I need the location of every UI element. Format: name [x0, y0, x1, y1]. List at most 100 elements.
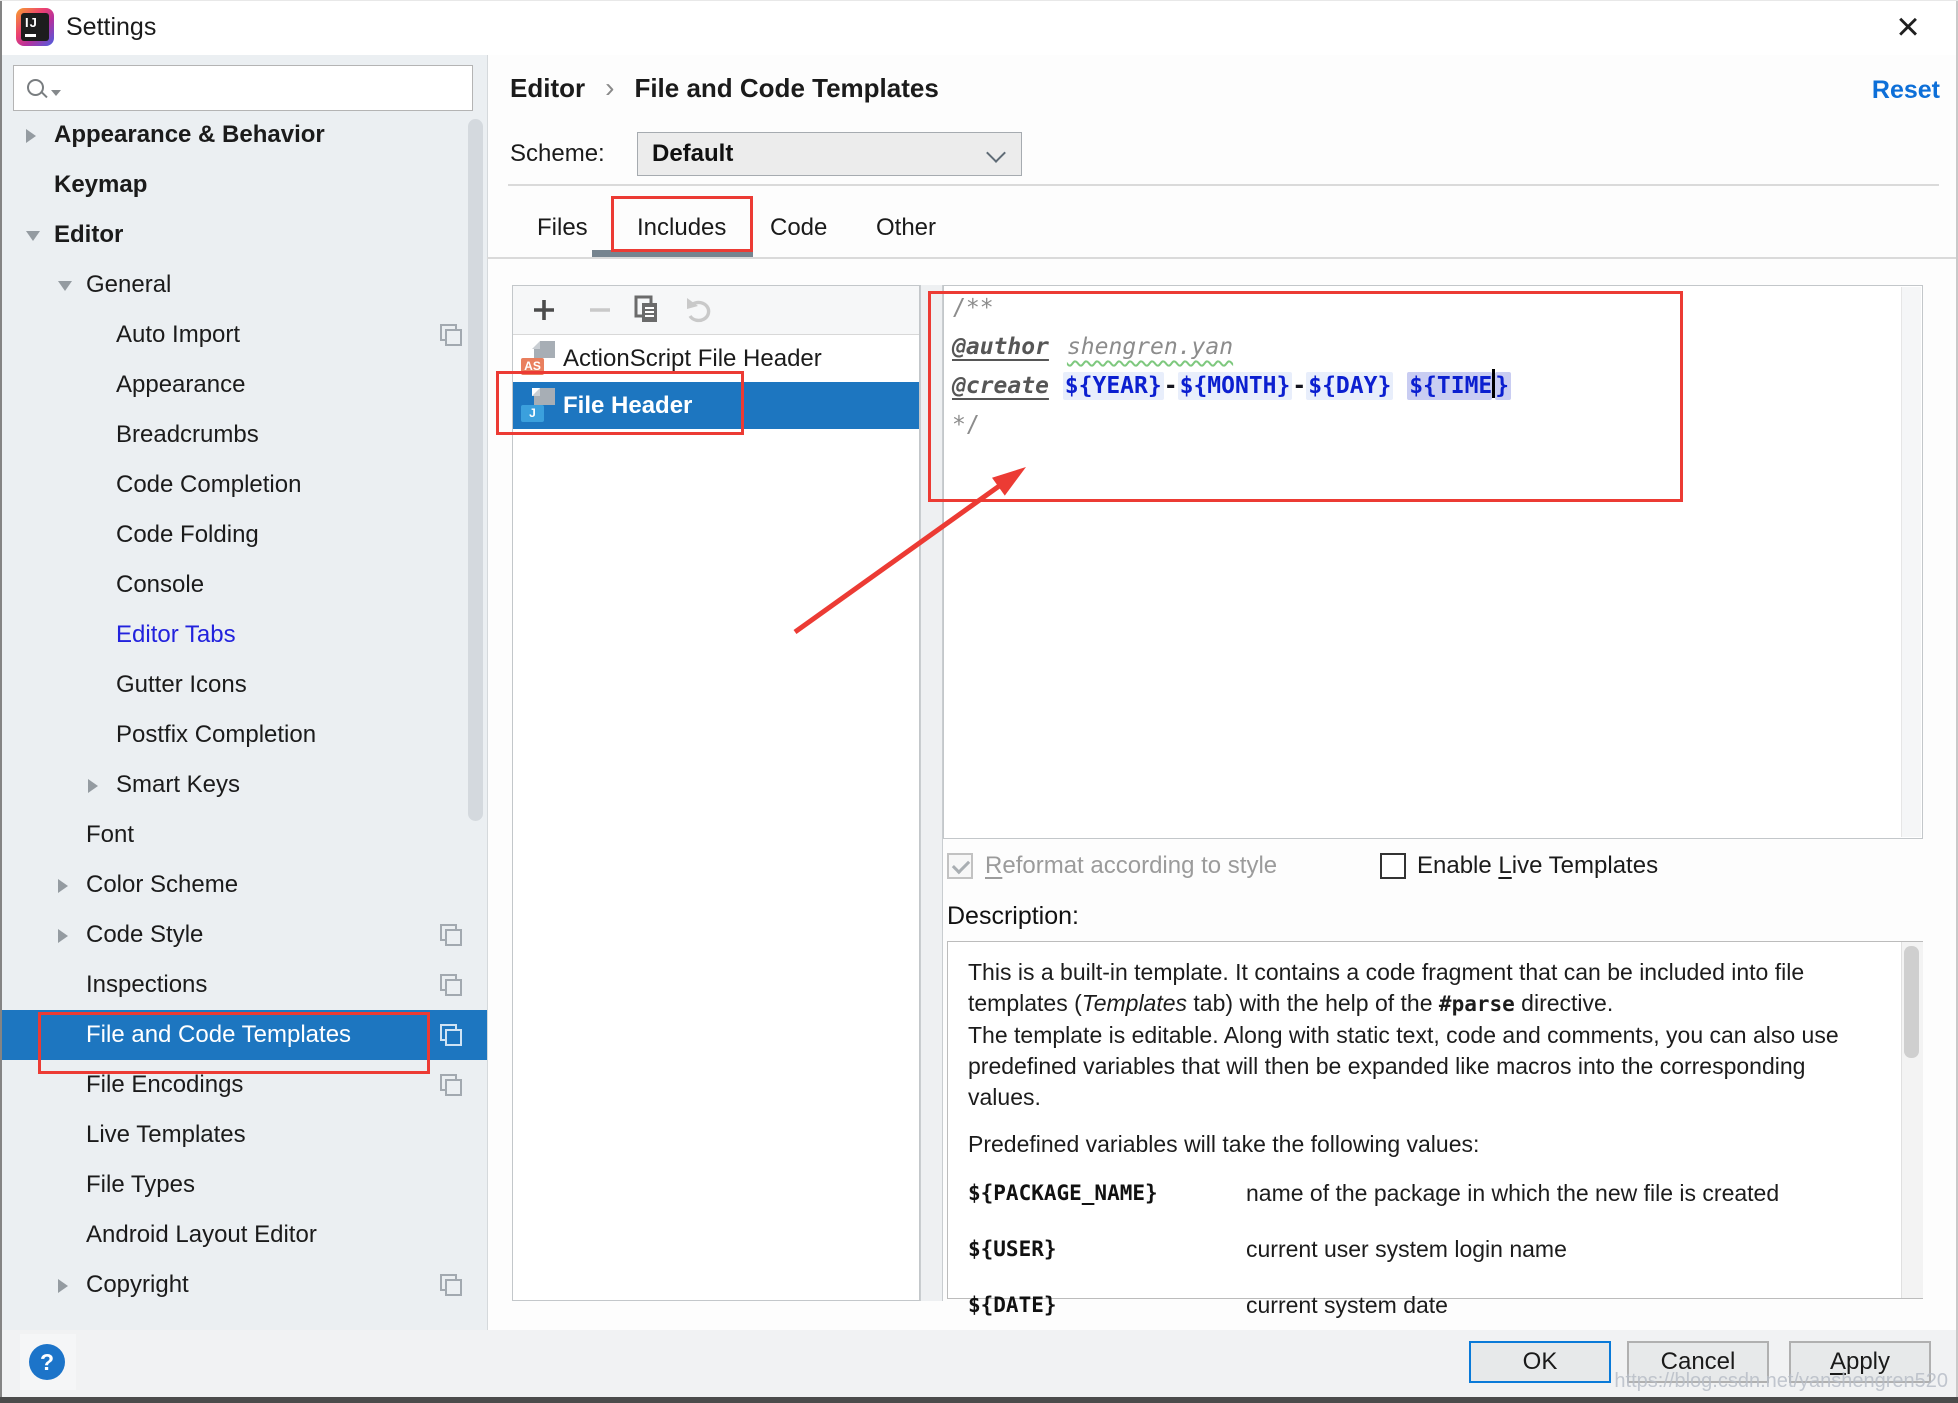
tab-files[interactable]: Files: [537, 206, 588, 250]
sidebar-item-label: Console: [116, 560, 204, 610]
sidebar-item-label: Gutter Icons: [116, 660, 247, 710]
copy-template-button[interactable]: [629, 294, 663, 326]
sidebar-item-file-and-code-templates[interactable]: File and Code Templates: [2, 1010, 487, 1060]
check-icon: [952, 856, 970, 874]
sidebar-item-label: Breadcrumbs: [116, 410, 259, 460]
sidebar-item-breadcrumbs[interactable]: Breadcrumbs: [2, 410, 487, 460]
sidebar-item-label: Inspections: [86, 960, 207, 1010]
breadcrumb-editor[interactable]: Editor: [510, 73, 585, 103]
description-panel: This is a built-in template. It contains…: [947, 941, 1923, 1299]
sidebar-item-auto-import[interactable]: Auto Import: [2, 310, 487, 360]
chevron-collapsed-icon[interactable]: [88, 779, 98, 793]
help-button[interactable]: ?: [20, 1334, 76, 1390]
variable-row: ${USER}current user system login name: [968, 1234, 1882, 1264]
panel-splitter[interactable]: [920, 285, 943, 1301]
window-border-top: [0, 0, 1958, 1]
reformat-checkbox[interactable]: [947, 853, 973, 879]
chevron-collapsed-icon[interactable]: [58, 879, 68, 893]
sidebar-item-label: File and Code Templates: [86, 1010, 351, 1060]
template-code[interactable]: /** @authorshengren.yan @create ${YEAR}-…: [952, 289, 1511, 445]
sidebar-item-color-scheme[interactable]: Color Scheme: [2, 860, 487, 910]
title-bar: IJ Settings ×: [0, 0, 1958, 55]
copy-settings-icon: [440, 324, 457, 341]
sidebar-item-console[interactable]: Console: [2, 560, 487, 610]
sidebar-item-font[interactable]: Font: [2, 810, 487, 860]
revert-template-button[interactable]: [683, 294, 717, 326]
sidebar-item-appearance[interactable]: Appearance: [2, 360, 487, 410]
sidebar-item-live-templates[interactable]: Live Templates: [2, 1110, 487, 1160]
chevron-expanded-icon[interactable]: [26, 231, 40, 241]
reformat-label: Reformat according to style: [985, 850, 1277, 882]
sidebar-item-label: Editor: [54, 210, 123, 260]
chevron-collapsed-icon[interactable]: [58, 1279, 68, 1293]
copy-settings-icon: [440, 1274, 457, 1291]
sidebar-item-smart-keys[interactable]: Smart Keys: [2, 760, 487, 810]
add-template-button[interactable]: [527, 294, 561, 326]
sidebar-item-gutter-icons[interactable]: Gutter Icons: [2, 660, 487, 710]
variable-row: ${PACKAGE_NAME}name of the package in wh…: [968, 1178, 1882, 1208]
sidebar-item-inspections[interactable]: Inspections: [2, 960, 487, 1010]
sidebar-item-general[interactable]: General: [2, 260, 487, 310]
intellij-logo-icon: IJ: [16, 8, 54, 46]
sidebar-item-label: Editor Tabs: [116, 610, 236, 660]
sidebar-item-label: Live Templates: [86, 1110, 246, 1160]
sidebar-item-android-layout-editor[interactable]: Android Layout Editor: [2, 1210, 487, 1260]
sidebar-item-code-completion[interactable]: Code Completion: [2, 460, 487, 510]
tabstrip-divider: [487, 257, 1958, 259]
sidebar-item-editor-tabs[interactable]: Editor Tabs: [2, 610, 487, 660]
window-title: Settings: [66, 0, 156, 55]
code-comment-close: */: [952, 412, 980, 438]
sidebar-item-copyright[interactable]: Copyright: [2, 1260, 487, 1310]
remove-template-button[interactable]: [583, 294, 617, 326]
description-paragraph-2: The template is editable. Along with sta…: [968, 1020, 1882, 1113]
enable-live-templates-checkbox[interactable]: [1380, 853, 1406, 879]
sidebar-item-label: Code Folding: [116, 510, 259, 560]
sidebar-item-file-encodings[interactable]: File Encodings: [2, 1060, 487, 1110]
sidebar-scrollbar[interactable]: [468, 119, 483, 821]
reset-link[interactable]: Reset: [1798, 70, 1940, 110]
tab-includes[interactable]: Includes: [637, 206, 726, 250]
template-item-file-header[interactable]: JFile Header: [513, 382, 919, 429]
sidebar-item-keymap[interactable]: Keymap: [2, 160, 487, 210]
chevron-collapsed-icon[interactable]: [58, 929, 68, 943]
description-scrollbar-thumb[interactable]: [1904, 946, 1919, 1058]
variable-description: current system date: [1246, 1290, 1448, 1320]
scheme-dropdown[interactable]: Default: [637, 132, 1022, 176]
help-icon: ?: [29, 1344, 65, 1380]
active-tab-underline: [592, 250, 753, 257]
file-template-icon: J: [521, 388, 557, 424]
sidebar-item-code-folding[interactable]: Code Folding: [2, 510, 487, 560]
tab-code[interactable]: Code: [770, 206, 827, 250]
copy-settings-icon: [440, 974, 457, 991]
sidebar-item-editor[interactable]: Editor: [2, 210, 487, 260]
template-item-actionscript-file-header[interactable]: ASActionScript File Header: [513, 335, 919, 382]
breadcrumb: Editor›File and Code Templates: [510, 66, 939, 110]
sidebar-item-label: Code Completion: [116, 460, 301, 510]
sidebar-item-file-types[interactable]: File Types: [2, 1160, 487, 1210]
tab-other[interactable]: Other: [876, 206, 936, 250]
variable-name: ${DATE}: [968, 1290, 1246, 1320]
chevron-expanded-icon[interactable]: [58, 281, 72, 291]
sidebar-item-label: Appearance & Behavior: [54, 110, 325, 160]
enable-live-templates-label: Enable Live Templates: [1417, 850, 1658, 882]
close-icon[interactable]: ×: [1884, 4, 1932, 50]
search-input[interactable]: [13, 65, 473, 111]
chevron-collapsed-icon[interactable]: [26, 129, 36, 143]
breadcrumb-current: File and Code Templates: [634, 73, 938, 103]
variable-name: ${USER}: [968, 1234, 1246, 1264]
editor-scrollbar[interactable]: [1901, 287, 1921, 837]
predefined-variables-list: ${PACKAGE_NAME}name of the package in wh…: [968, 1178, 1882, 1320]
dash: -: [1292, 373, 1306, 399]
variable-name: ${PACKAGE_NAME}: [968, 1178, 1246, 1208]
sidebar-item-code-style[interactable]: Code Style: [2, 910, 487, 960]
sidebar-item-postfix-completion[interactable]: Postfix Completion: [2, 710, 487, 760]
sidebar-item-label: Copyright: [86, 1260, 189, 1310]
scheme-label: Scheme:: [510, 132, 605, 176]
dash: -: [1164, 373, 1178, 399]
sidebar-item-appearance-behavior[interactable]: Appearance & Behavior: [2, 110, 487, 160]
var-year: ${YEAR}: [1063, 372, 1164, 400]
author-value: shengren.yan: [1067, 334, 1233, 360]
file-template-icon: AS: [521, 341, 557, 377]
reformat-label-mnemonic: R: [985, 852, 1002, 879]
sidebar-item-label: File Encodings: [86, 1060, 243, 1110]
